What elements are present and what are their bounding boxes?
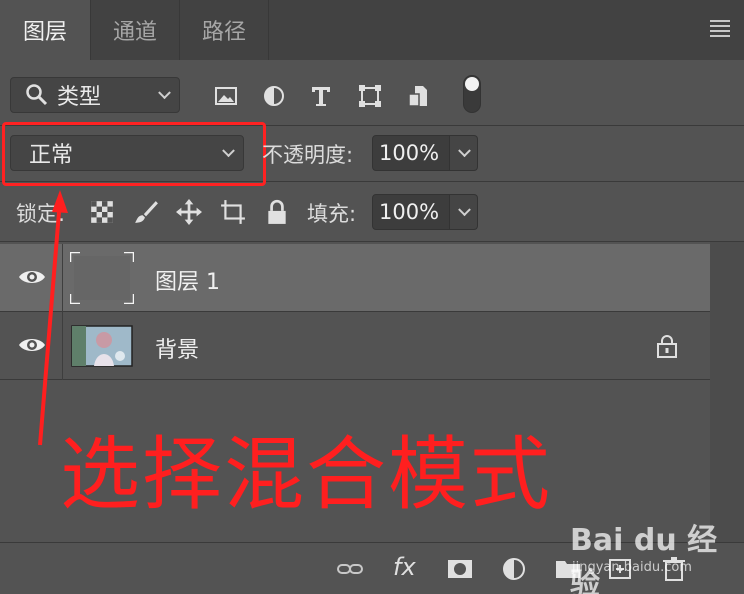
lock-artboard-icon[interactable] xyxy=(220,199,246,225)
fx-icon[interactable]: fx xyxy=(393,553,416,581)
chevron-down-icon xyxy=(158,86,171,100)
filter-type-label: 类型 xyxy=(57,85,102,110)
shape-filter-icon[interactable] xyxy=(358,84,382,108)
eye-icon[interactable] xyxy=(18,266,46,288)
fill-dropdown[interactable] xyxy=(450,194,478,230)
layer-thumbnail xyxy=(70,252,134,304)
eye-icon[interactable] xyxy=(18,334,46,356)
layer-row-background[interactable]: 背景 xyxy=(0,312,710,380)
blend-row: 正常 不透明度: 100% xyxy=(0,122,744,186)
mask-icon[interactable] xyxy=(446,557,474,581)
lock-transparent-icon[interactable] xyxy=(89,199,115,225)
adjustment-icon[interactable] xyxy=(500,557,528,581)
layers-scrollbar[interactable] xyxy=(710,242,744,542)
filter-row: 类型 xyxy=(0,60,744,126)
smart-object-filter-icon[interactable] xyxy=(407,84,431,108)
chevron-down-icon xyxy=(458,144,471,158)
layer-name: 图层 1 xyxy=(155,270,220,295)
background-thumbnail xyxy=(71,325,133,367)
lock-label: 锁定: xyxy=(16,202,66,226)
type-filter-icon[interactable] xyxy=(309,84,333,108)
tab-paths[interactable]: 路径 xyxy=(180,0,268,60)
layer-lock-icon xyxy=(657,335,677,358)
fill-input[interactable]: 100% xyxy=(372,194,450,230)
layer-row-layer1[interactable]: 图层 1 xyxy=(0,244,710,312)
link-icon[interactable] xyxy=(336,557,364,581)
search-icon xyxy=(26,84,48,106)
panel-tab-bar: 图层 通道 路径 xyxy=(0,0,744,60)
fill-label: 填充: xyxy=(307,202,357,226)
chevron-down-icon xyxy=(458,203,471,217)
panel-menu-icon[interactable] xyxy=(710,20,730,38)
baidu-watermark-logo: Bai du 经验 xyxy=(570,523,718,594)
annotation-text: 选择混合模式 xyxy=(60,428,552,521)
baidu-watermark-url: jingyan.baidu.com xyxy=(572,560,692,575)
filter-toggle[interactable] xyxy=(463,75,481,113)
tab-layers[interactable]: 图层 xyxy=(0,0,90,60)
visibility-divider xyxy=(62,312,63,380)
opacity-label: 不透明度: xyxy=(262,143,354,167)
lock-all-icon[interactable] xyxy=(264,199,290,225)
blend-mode-select[interactable]: 正常 xyxy=(10,135,244,171)
lock-brush-icon[interactable] xyxy=(133,199,159,225)
lock-position-icon[interactable] xyxy=(176,199,202,225)
filter-type-select[interactable]: 类型 xyxy=(10,77,180,113)
opacity-dropdown[interactable] xyxy=(450,135,478,171)
opacity-input[interactable]: 100% xyxy=(372,135,450,171)
chevron-down-icon xyxy=(222,144,235,158)
tab-divider xyxy=(268,0,269,60)
blend-mode-value: 正常 xyxy=(29,143,74,168)
tab-channels[interactable]: 通道 xyxy=(91,0,179,60)
layer-name: 背景 xyxy=(155,338,200,363)
adjustment-filter-icon[interactable] xyxy=(262,84,286,108)
lock-row: 锁定: 填充: 100% xyxy=(0,182,744,242)
image-filter-icon[interactable] xyxy=(214,84,238,108)
visibility-divider xyxy=(62,244,63,312)
